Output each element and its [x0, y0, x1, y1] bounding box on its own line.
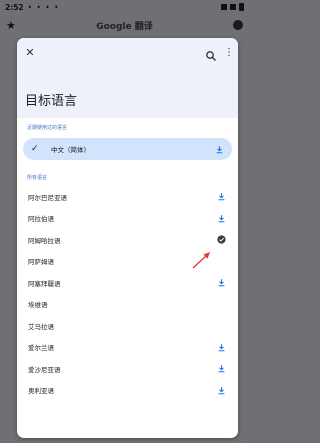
- app-title: Google 翻译: [96, 21, 153, 32]
- selected-language-row[interactable]: ✓ 中文（简体）: [23, 138, 232, 160]
- language-row[interactable]: 奥利亚语: [17, 380, 238, 402]
- language-name: 阿塞拜疆语: [28, 279, 61, 288]
- language-name: 阿萨姆语: [28, 258, 54, 267]
- language-list: 阿尔巴尼亚语 阿拉伯语阿姆哈拉语阿萨姆语阿塞拜疆语埃维语艾马拉语爱尔兰语爱沙尼亚语…: [17, 186, 238, 401]
- download-icon[interactable]: [217, 364, 226, 373]
- target-language-dialog: ✕ ⋮ 目标语言 近期使用过的语言 ✓ 中文（简体） 所有语言 阿尔巴尼亚语 阿拉…: [17, 38, 238, 438]
- download-icon[interactable]: [217, 386, 226, 395]
- language-name: 阿尔巴尼亚语: [28, 193, 67, 202]
- language-row[interactable]: 艾马拉语: [17, 315, 238, 337]
- download-icon[interactable]: [217, 192, 226, 201]
- language-row[interactable]: 阿拉伯语: [17, 208, 238, 230]
- dialog-title: 目标语言: [25, 94, 78, 109]
- language-row[interactable]: 阿塞拜疆语: [17, 272, 238, 294]
- status-notification-dots: • • • •: [27, 2, 60, 12]
- battery-icon: [239, 3, 244, 11]
- avatar[interactable]: [233, 20, 243, 30]
- all-languages-section-label: 所有语言: [27, 175, 48, 181]
- status-bar: 2:52 • • • •: [0, 0, 249, 14]
- search-icon[interactable]: [205, 47, 217, 61]
- close-icon[interactable]: ✕: [24, 47, 36, 59]
- app-bar: ★ Google 翻译: [0, 14, 249, 36]
- status-time: 2:52: [5, 2, 24, 12]
- download-icon[interactable]: [217, 343, 226, 352]
- signal-icon: [230, 4, 236, 10]
- language-name: 阿姆哈拉语: [28, 236, 61, 245]
- selected-language-name: 中文（简体）: [51, 146, 90, 154]
- language-name: 爱尔兰语: [28, 344, 54, 353]
- language-row[interactable]: 爱尔兰语: [17, 337, 238, 359]
- language-name: 埃维语: [28, 301, 48, 310]
- status-icons: [221, 3, 244, 11]
- recent-section-label: 近期使用过的语言: [27, 125, 68, 131]
- language-row[interactable]: 埃维语: [17, 294, 238, 316]
- dialog-header: ✕ ⋮ 目标语言: [17, 38, 238, 118]
- language-row[interactable]: 阿尔巴尼亚语: [17, 186, 238, 208]
- annotation-arrow-icon: [192, 252, 210, 269]
- download-icon[interactable]: [217, 278, 226, 287]
- language-name: 艾马拉语: [28, 322, 54, 331]
- language-name: 爱沙尼亚语: [28, 365, 61, 374]
- language-name: 奥利亚语: [28, 387, 54, 396]
- wifi-icon: [221, 4, 227, 10]
- check-icon: ✓: [31, 144, 39, 154]
- more-vert-icon[interactable]: ⋮: [224, 47, 234, 59]
- downloaded-check-icon[interactable]: [217, 235, 226, 244]
- language-row[interactable]: 阿姆哈拉语: [17, 229, 238, 251]
- language-name: 阿拉伯语: [28, 215, 54, 224]
- language-row[interactable]: 爱沙尼亚语: [17, 358, 238, 380]
- download-icon[interactable]: [217, 214, 226, 223]
- download-icon[interactable]: [215, 145, 224, 154]
